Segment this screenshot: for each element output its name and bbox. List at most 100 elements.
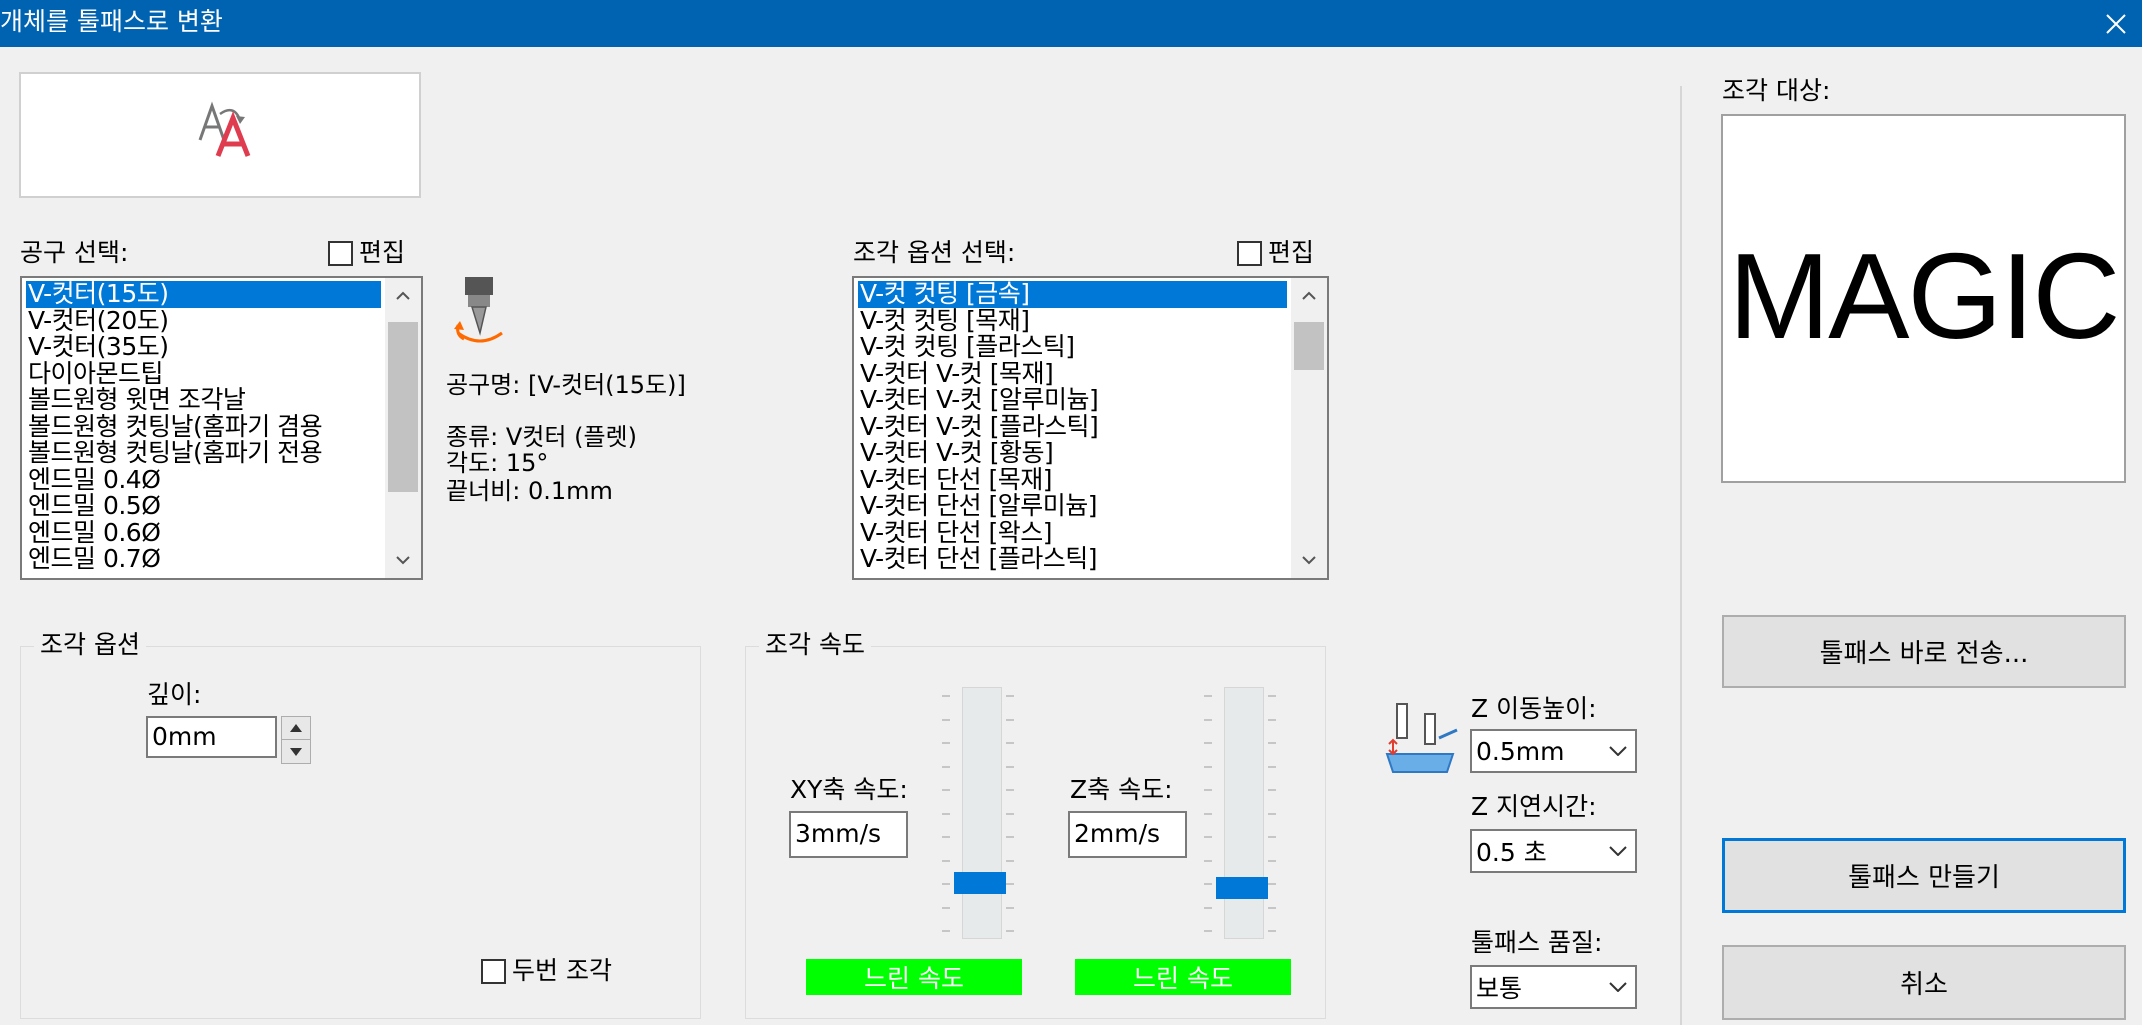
list-item[interactable]: V-컷터 V-컷 [황동] [858, 440, 1287, 467]
xy-speed-status: 느린 속도 [806, 959, 1022, 995]
list-item[interactable]: V-컷터 단선 [플라스틱] [858, 546, 1287, 573]
list-item[interactable]: V-컷터 단선 [목재] [858, 467, 1287, 494]
depth-input[interactable]: 0mm [146, 716, 277, 758]
slider-tick [1268, 836, 1276, 838]
z-move-height-select[interactable]: 0.5mm [1470, 729, 1637, 773]
slider-tick [942, 718, 950, 721]
list-item[interactable]: V-컷 컷팅 [금속] [858, 281, 1287, 308]
close-icon [2106, 13, 2126, 34]
depth-label: 깊이: [147, 680, 202, 709]
z-height-icon [1385, 703, 1458, 773]
slider-tick [1006, 718, 1014, 721]
z-speed-slider[interactable] [1202, 685, 1278, 941]
engraving-tool-icon [454, 277, 503, 343]
tool-list-scrollbar[interactable] [385, 278, 421, 578]
slider-tick [1268, 765, 1276, 768]
list-item[interactable]: 다이아몬드팁 [26, 361, 381, 388]
list-item[interactable]: V-컷터 단선 [왁스] [858, 520, 1287, 547]
z-speed-status: 느린 속도 [1075, 959, 1291, 995]
slider-tick [1204, 765, 1212, 768]
xy-slider-thumb[interactable] [954, 872, 1006, 894]
engrave-option-scrollbar[interactable] [1291, 278, 1327, 578]
z-speed-label: Z축 속도: [1070, 775, 1173, 804]
list-item[interactable]: V-컷터 V-컷 [알루미늄] [858, 387, 1287, 414]
slider-tick [1204, 789, 1212, 791]
list-item[interactable]: V-컷터(15도) [26, 281, 381, 308]
engrave-option-edit-checkbox[interactable]: 편집 [1237, 238, 1314, 268]
list-item[interactable]: 볼드원형 컷팅날(홈파기 겸용 [26, 414, 381, 441]
checkbox-box [481, 958, 506, 984]
spin-down-icon[interactable] [282, 740, 310, 763]
slider-tick [942, 906, 950, 909]
tool-tip-width: 끝너비: 0.1mm [446, 477, 613, 505]
toolpath-quality-select[interactable]: 보통 [1470, 965, 1637, 1009]
xy-speed-label: XY축 속도: [790, 775, 908, 804]
scroll-thumb[interactable] [388, 322, 418, 492]
list-item[interactable]: V-컷터(35도) [26, 334, 381, 361]
slider-tick [942, 695, 950, 697]
slider-tick [942, 836, 950, 838]
title-bar: 개체를 툴패스로 변환 [0, 0, 2142, 47]
spin-up-icon[interactable] [282, 717, 310, 740]
slider-tick [1204, 883, 1212, 885]
window-title: 개체를 툴패스로 변환 [0, 7, 223, 36]
z-slider-thumb[interactable] [1216, 876, 1268, 899]
send-toolpath-button[interactable]: 툴패스 바로 전송... [1722, 615, 2126, 688]
text-convert-icon [198, 101, 251, 157]
list-item[interactable]: 엔드밀 0.7Ø [26, 546, 381, 573]
slider-tick [1006, 742, 1014, 744]
close-button[interactable] [2090, 0, 2142, 47]
z-delay-select[interactable]: 0.5 초 [1470, 829, 1637, 873]
list-item[interactable]: V-컷터 단선 [알루미늄] [858, 493, 1287, 520]
slider-tick [942, 859, 950, 862]
list-item[interactable]: 엔드밀 0.5Ø [26, 493, 381, 520]
slider-tick [942, 930, 950, 932]
slider-tick [1268, 859, 1276, 862]
list-item[interactable]: V-컷 컷팅 [플라스틱] [858, 334, 1287, 361]
engrave-option-listbox[interactable]: V-컷 컷팅 [금속] V-컷 컷팅 [목재] V-컷 컷팅 [플라스틱] V-컷터 … [852, 276, 1329, 580]
list-item[interactable]: 엔드밀 0.6Ø [26, 520, 381, 547]
cancel-button[interactable]: 취소 [1722, 945, 2126, 1020]
scroll-up-icon[interactable] [1291, 278, 1327, 312]
z-delay-label: Z 지연시간: [1471, 792, 1597, 821]
slider-tick [1268, 883, 1276, 885]
scroll-up-icon[interactable] [385, 278, 421, 312]
engrave-option-label: 조각 옵션 선택: [853, 238, 1016, 267]
slider-tick [1204, 695, 1212, 697]
list-item[interactable]: 볼드원형 윗면 조각날 [26, 387, 381, 414]
checkbox-box [1237, 240, 1262, 266]
xy-speed-input[interactable]: 3mm/s [789, 811, 908, 858]
list-item[interactable]: 엔드밀 0.4Ø [26, 467, 381, 494]
slider-tick [1268, 906, 1276, 909]
list-item[interactable]: V-컷터(20도) [26, 308, 381, 335]
scroll-down-icon[interactable] [1291, 544, 1327, 578]
conversion-preview [19, 72, 421, 198]
scroll-thumb[interactable] [1294, 322, 1324, 370]
slider-tick [1006, 859, 1014, 862]
tool-angle: 각도: 15° [446, 449, 549, 477]
list-item[interactable]: V-컷터 V-컷 [목재] [858, 361, 1287, 388]
list-item[interactable]: V-컷터 V-컷 [플라스틱] [858, 414, 1287, 441]
slider-tick [1268, 718, 1276, 721]
double-engrave-checkbox[interactable]: 두번 조각 [481, 956, 612, 986]
xy-speed-slider[interactable] [940, 685, 1016, 941]
slider-tick [1268, 930, 1276, 932]
list-item[interactable]: 볼드원형 컷팅날(홈파기 전용 [26, 440, 381, 467]
slider-tick [1006, 836, 1014, 838]
scroll-down-icon[interactable] [385, 544, 421, 578]
z-move-height-value: 0.5mm [1476, 736, 1565, 766]
tool-name: 공구명: [V-컷터(15도)] [446, 371, 686, 399]
slider-tick [942, 812, 950, 815]
tool-list-items: V-컷터(15도) V-컷터(20도) V-컷터(35도) 다이아몬드팁 볼드원형 윗면… [26, 281, 381, 573]
create-toolpath-button[interactable]: 툴패스 만들기 [1722, 838, 2126, 913]
tool-edit-checkbox[interactable]: 편집 [328, 238, 405, 268]
depth-spinner[interactable] [281, 716, 311, 764]
toolpath-quality-label: 툴패스 품질: [1471, 928, 1603, 957]
z-speed-input[interactable]: 2mm/s [1068, 811, 1187, 858]
engrave-option-list-items: V-컷 컷팅 [금속] V-컷 컷팅 [목재] V-컷 컷팅 [플라스틱] V-컷터 … [858, 281, 1287, 573]
slider-tick [942, 765, 950, 768]
chevron-down-icon [1601, 746, 1635, 756]
tool-listbox[interactable]: V-컷터(15도) V-컷터(20도) V-컷터(35도) 다이아몬드팁 볼드원형 윗면… [20, 276, 423, 580]
list-item[interactable]: V-컷 컷팅 [목재] [858, 308, 1287, 335]
slider-tick [1268, 812, 1276, 815]
